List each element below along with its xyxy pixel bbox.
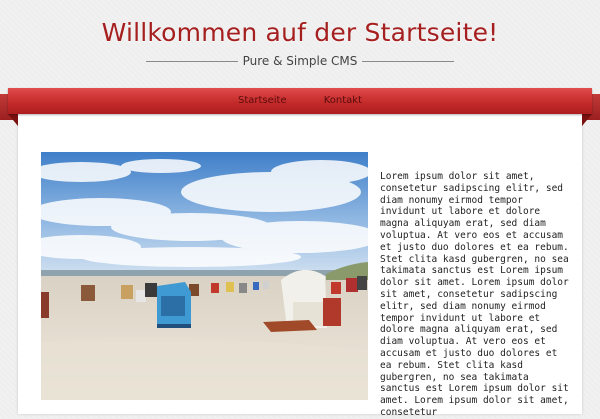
ribbon-fold-right: [582, 114, 592, 126]
blue-beach-chair: [157, 282, 191, 328]
tagline-divider-right: [362, 61, 454, 62]
intro-text: Lorem ipsum dolor sit amet, consetetur s…: [380, 171, 569, 418]
site-header: Willkommen auf der Startseite! Pure & Si…: [0, 0, 600, 88]
site-tagline: Pure & Simple CMS: [242, 54, 358, 68]
nav-link-startseite[interactable]: Startseite: [238, 88, 287, 114]
ribbon-fold-left: [8, 114, 18, 126]
site-title: Willkommen auf der Startseite!: [101, 18, 499, 47]
nav-link-kontakt[interactable]: Kontakt: [324, 88, 362, 114]
nav-menu: Startseite Kontakt: [8, 88, 592, 114]
tagline-divider-left: [146, 61, 238, 62]
nav-ribbon: Startseite Kontakt: [0, 88, 600, 126]
beach-photo: [41, 152, 368, 400]
tagline-row: Pure & Simple CMS: [146, 53, 454, 69]
nav-bar: Startseite Kontakt: [8, 88, 592, 114]
